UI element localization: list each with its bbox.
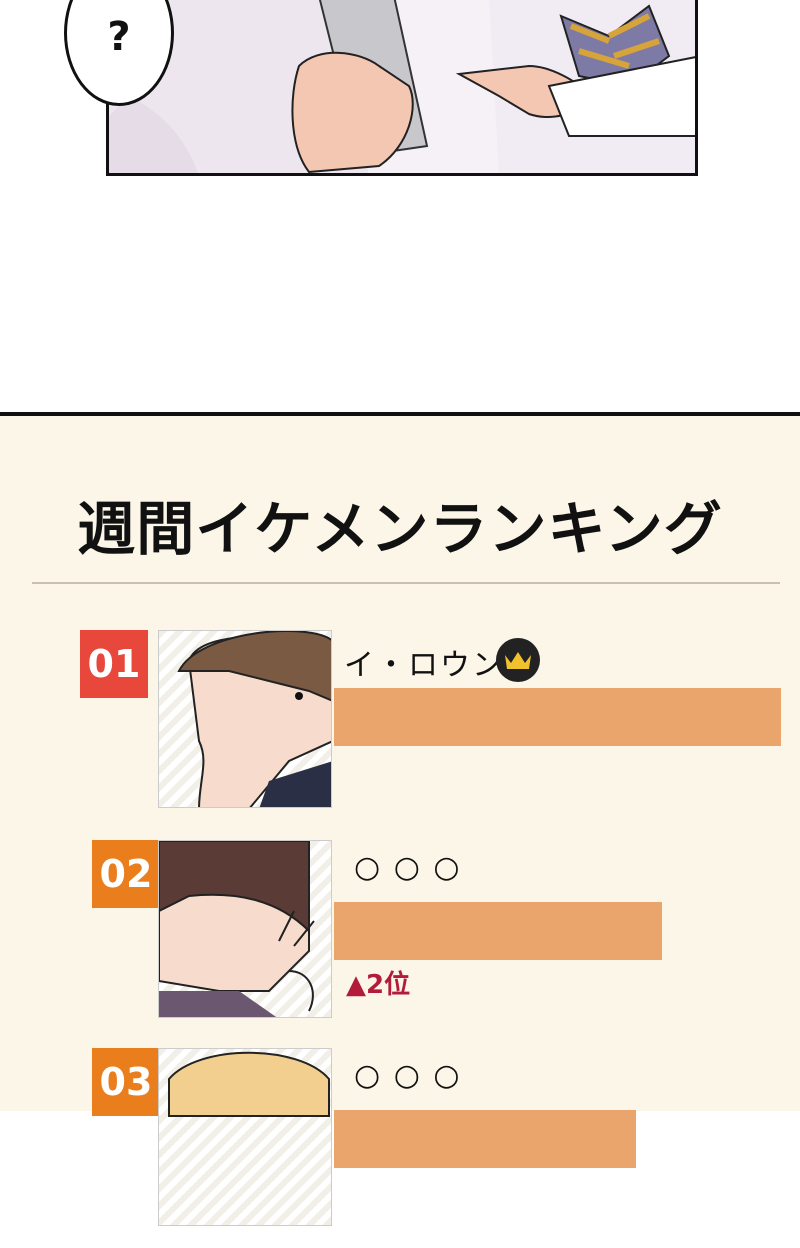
- entry-name: ○ ○ ○: [354, 850, 462, 885]
- rank-number: 02: [92, 840, 160, 908]
- rank-change: ▲2位: [346, 970, 411, 1000]
- score-bar: [334, 902, 662, 960]
- entry-name: ○ ○ ○: [354, 1058, 462, 1093]
- rank-number: 03: [92, 1048, 160, 1116]
- crown-icon: [496, 638, 540, 682]
- portrait-image: [158, 1048, 332, 1226]
- ranking-entry-3[interactable]: 03 ○ ○ ○: [0, 1048, 800, 1248]
- portrait-image: [158, 840, 332, 1018]
- comic-illustration: [109, 0, 695, 173]
- ranking-entry-2[interactable]: 02 ○ ○ ○ ▲2位: [0, 840, 800, 1040]
- score-bar: [334, 1110, 636, 1168]
- ranking-entry-1[interactable]: 01 イ・ロウン: [0, 630, 800, 830]
- ranking-title: 週間イケメンランキング: [77, 495, 723, 563]
- weekly-ranking-section: 週間イケメンランキング 01 イ・ロウン 02 ○ ○ ○ ▲2位 03 ○ ○…: [0, 412, 800, 1226]
- portrait-image: [158, 630, 332, 808]
- entry-name: イ・ロウン: [344, 648, 504, 683]
- comic-panel: [106, 0, 698, 176]
- speech-bubble-text: ?: [107, 14, 131, 60]
- divider: [32, 582, 780, 584]
- rank-number: 01: [80, 630, 148, 698]
- score-bar: [334, 688, 781, 746]
